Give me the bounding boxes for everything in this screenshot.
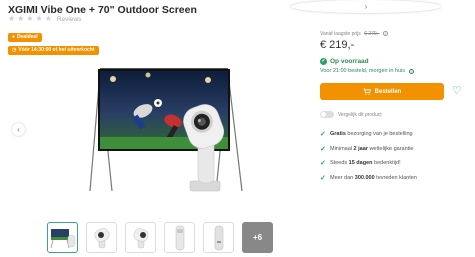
check-circle-icon: ✓ [320, 58, 327, 65]
more-thumbnails-label: +6 [252, 233, 263, 242]
usp-text: Gratis bezorging van je bestelling [330, 131, 413, 138]
star-icon: ★ [8, 14, 16, 23]
current-price: € 219,- [320, 39, 355, 51]
usp-text: Steeds 15 dagen bedenktijd! [330, 160, 401, 167]
usp-item: ✓ Minimaal 2 jaar wettelijke garantie [320, 142, 417, 157]
deadline-badge-label: Vóór 14:30:00 of het uitverkocht [18, 47, 95, 53]
deal-badge: ● Dealdeal [8, 33, 42, 42]
next-image-button[interactable]: › [291, 0, 441, 13]
thumbnail-5[interactable] [203, 222, 234, 253]
rating[interactable]: ★ ★ ★ ★ ★ Reviews [8, 15, 81, 23]
star-icon: ★ [35, 14, 43, 23]
product-main-image [89, 68, 243, 192]
chevron-left-icon: ‹ [17, 125, 20, 134]
delivery-info-label: Voor 21:00 besteld, morgen in huis [320, 68, 406, 74]
old-price: Vanaf laagste prijs € 279,- i [320, 31, 389, 37]
previous-image-button[interactable]: ‹ [12, 123, 25, 136]
projector-back-icon [214, 225, 223, 250]
usp-text: Meer dan 300.000 tevreden klanten [330, 174, 417, 181]
order-button-label: Bestellen [374, 88, 402, 95]
wishlist-heart-icon[interactable]: ♡ [452, 86, 462, 97]
thumbnail-more[interactable]: +6 [242, 222, 273, 253]
usp-item: ✓ Meer dan 300.000 tevreden klanten [320, 171, 417, 186]
checkmark-icon: ✓ [320, 160, 326, 168]
usp-item: ✓ Gratis bezorging van je bestelling [320, 127, 417, 142]
thumbnail-3[interactable] [125, 222, 156, 253]
checkmark-icon: ✓ [320, 131, 326, 139]
usp-text: Minimaal 2 jaar wettelijke garantie [330, 145, 414, 152]
compare-label: Vergelijk dit product [338, 111, 382, 118]
usp-list: ✓ Gratis bezorging van je bestelling ✓ M… [320, 127, 417, 185]
reviews-link[interactable]: Reviews [57, 16, 82, 23]
star-icon: ★ [44, 14, 52, 23]
old-price-prefix: Vanaf laagste prijs [320, 31, 361, 37]
projector-icon [133, 227, 148, 248]
deadline-badge: ◷ Vóór 14:30:00 of het uitverkocht [8, 46, 99, 55]
deal-badge-label: Dealdeal [17, 34, 38, 40]
thumbnail-1[interactable] [47, 222, 78, 253]
stock-status-label: Op voorraad [330, 58, 369, 65]
order-button[interactable]: Bestellen [320, 83, 444, 100]
tag-icon: ● [12, 34, 16, 40]
info-icon[interactable]: i [383, 31, 389, 37]
projector-side-icon [175, 225, 184, 250]
star-icon: ★ [17, 14, 25, 23]
cart-icon [363, 88, 371, 95]
projector-icon [94, 227, 109, 248]
usp-item: ✓ Steeds 15 dagen bedenktijd! [320, 156, 417, 171]
checkmark-icon: ✓ [320, 145, 326, 153]
chevron-right-icon: › [364, 2, 368, 11]
info-icon[interactable]: i [409, 68, 415, 74]
clock-icon: ◷ [12, 47, 17, 53]
thumbnail-4[interactable] [164, 222, 195, 253]
thumbnail-strip: +6 [47, 222, 273, 253]
thumbnail-screen-icon [50, 228, 75, 248]
compare-toggle[interactable]: Vergelijk dit product [320, 111, 382, 118]
star-icon: ★ [26, 14, 34, 23]
toggle-switch[interactable] [320, 111, 334, 118]
thumbnail-2[interactable] [86, 222, 117, 253]
old-price-value: € 279,- [364, 31, 380, 37]
checkmark-icon: ✓ [320, 174, 326, 182]
stock-status: ✓ Op voorraad [320, 58, 369, 65]
delivery-info: Voor 21:00 besteld, morgen in huis i [320, 68, 415, 74]
